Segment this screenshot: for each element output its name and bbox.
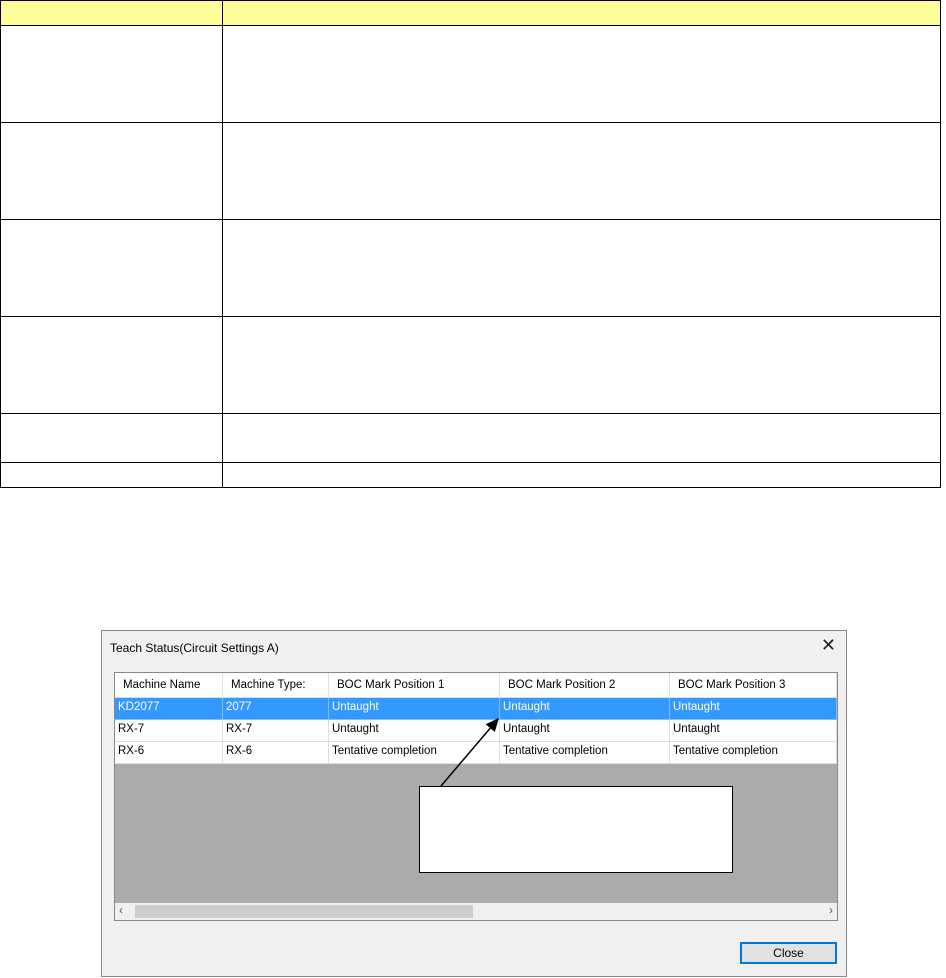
callout-box <box>419 786 733 873</box>
